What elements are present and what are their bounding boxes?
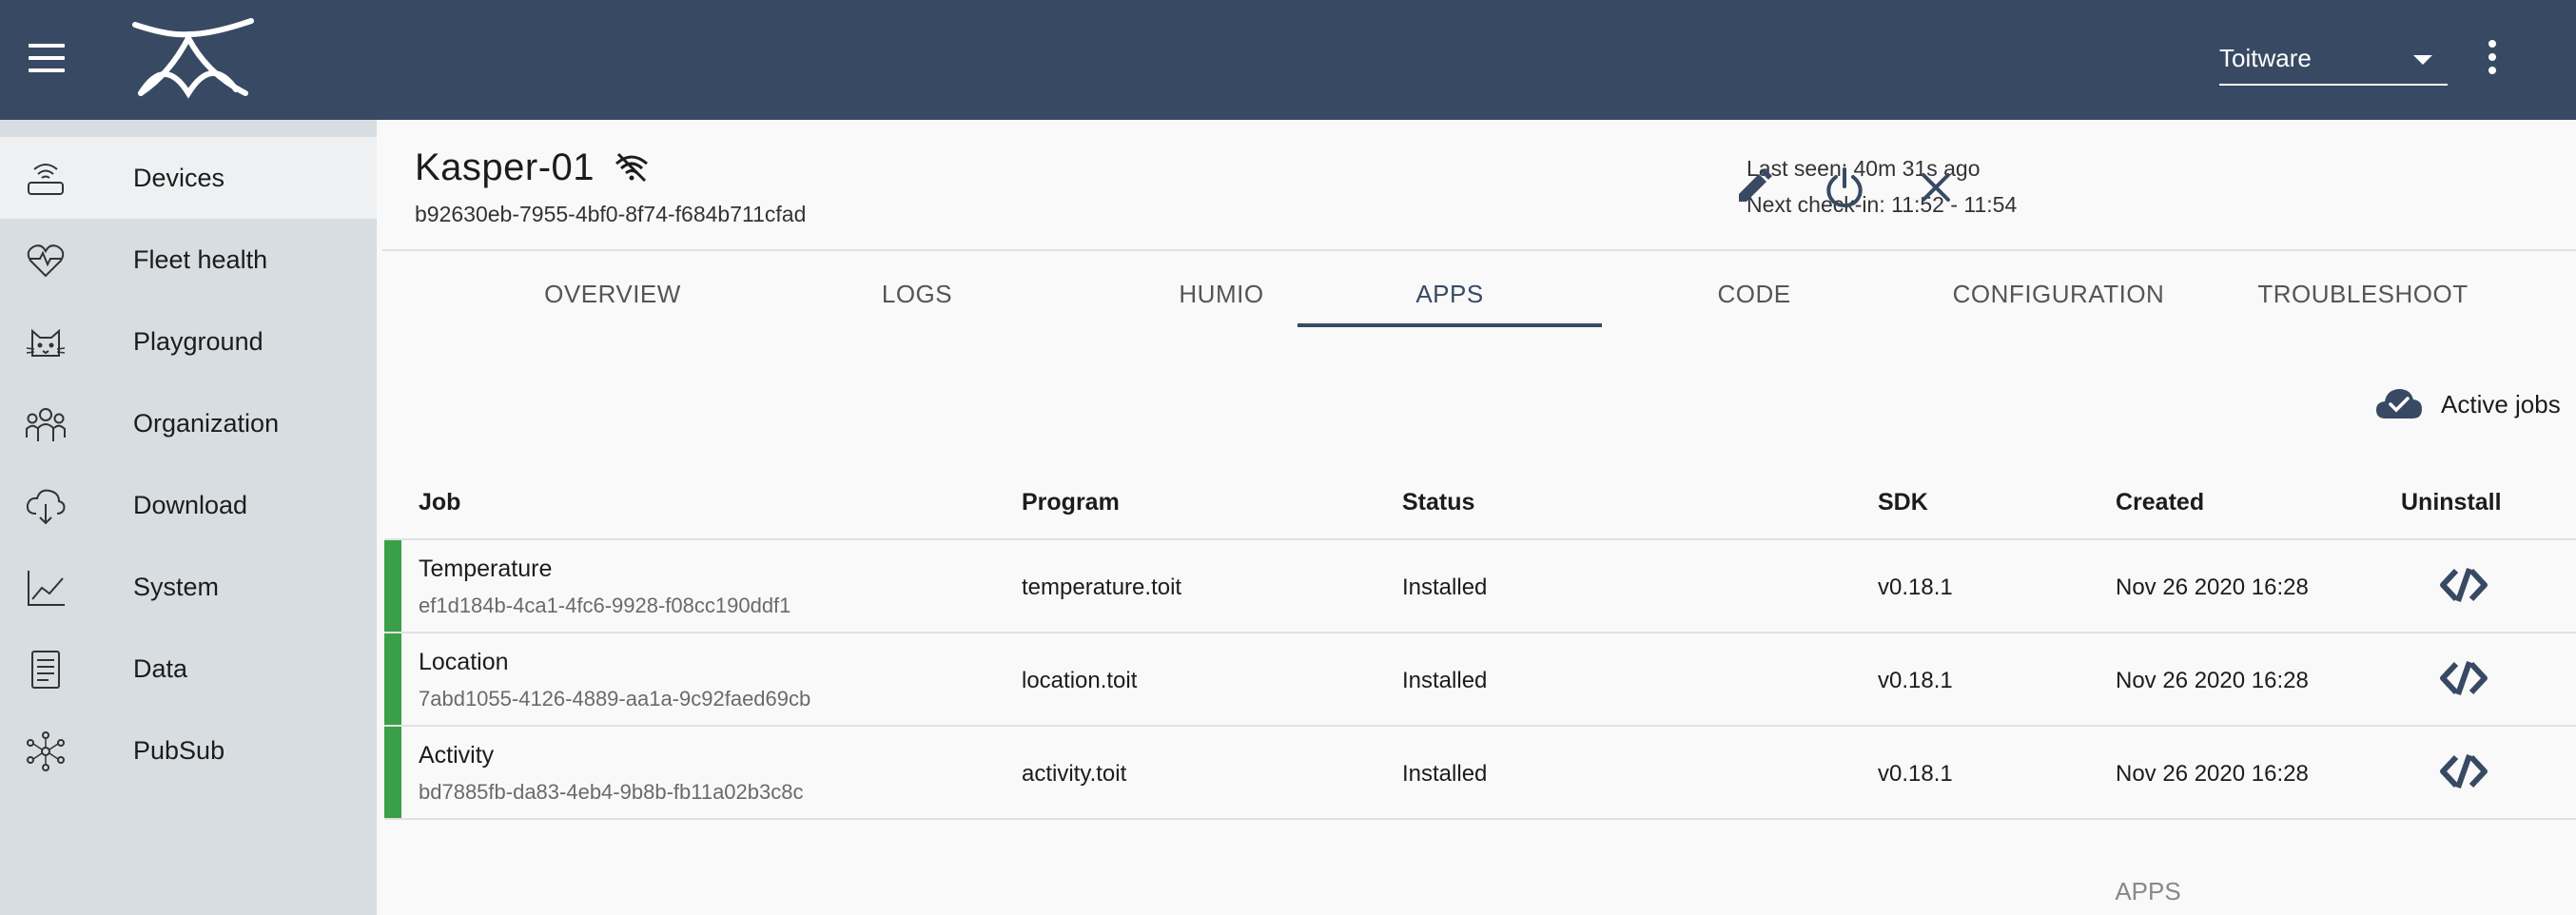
sidebar-item-system[interactable]: System [0,546,377,628]
people-icon [26,408,66,441]
document-icon [31,651,60,689]
sidebar-item-playground[interactable]: Playground [0,301,377,382]
status-indicator [384,633,401,725]
network-icon [27,731,65,771]
job-name: Temperature [419,555,553,582]
job-program: activity.toit [1022,761,1127,787]
tab-logs[interactable]: LOGS [765,268,1069,327]
organization-select-value: Toitware [2219,44,2312,72]
sidebar-item-fleet-health[interactable]: Fleet health [0,219,377,301]
uninstall-icon[interactable] [2439,565,2488,605]
device-detail-panel: Kasper-01 b92630eb-7955-4bf0-8f74-f684b7… [377,120,2576,915]
device-id: b92630eb-7955-4bf0-8f74-f684b711cfad [415,202,807,226]
job-sdk: v0.18.1 [1878,761,1953,787]
toit-logo[interactable] [131,17,255,103]
job-created: Nov 26 2020 16:28 [2116,668,2309,693]
organization-select[interactable]: Toitware [2219,38,2448,86]
job-program: location.toit [1022,668,1138,693]
sidebar: Devices Fleet health Playground Organiza… [0,120,377,915]
line-chart-icon [28,571,65,606]
sidebar-item-download[interactable]: Download [0,464,377,546]
column-header-program: Program [1022,489,1120,516]
heart-pulse-icon [27,244,65,278]
job-id: 7abd1055-4126-4889-aa1a-9c92faed69cb [419,687,811,711]
sidebar-item-pubsub[interactable]: PubSub [0,710,377,791]
column-header-job: Job [419,489,461,516]
sidebar-item-label: Fleet health [133,245,268,274]
chevron-down-icon [2413,55,2432,65]
sidebar-item-label: Devices [133,164,225,192]
cloud-download-icon [26,489,66,525]
tab-apps[interactable]: APPS [1298,268,1602,327]
table-row[interactable]: Activity bd7885fb-da83-4eb4-9b8b-fb11a02… [384,727,2576,818]
status-indicator [384,727,401,818]
sidebar-item-label: Download [133,491,248,519]
job-sdk: v0.18.1 [1878,574,1953,600]
sidebar-item-data[interactable]: Data [0,628,377,710]
sidebar-item-label: PubSub [133,736,225,765]
job-created: Nov 26 2020 16:28 [2116,574,2309,600]
job-status: Installed [1402,574,1488,600]
sidebar-item-label: Playground [133,327,263,356]
device-name: Kasper-01 [415,146,595,188]
job-id: bd7885fb-da83-4eb4-9b8b-fb11a02b3c8c [419,780,804,804]
next-checkin-text: Next check-in: 11:52 - 11:54 [1747,192,2018,217]
tab-troubleshoot[interactable]: TROUBLESHOOT [2211,268,2515,327]
top-app-bar: Toitware [0,0,2576,120]
job-name: Activity [419,742,495,769]
close-icon[interactable] [1912,164,1960,211]
header-divider [382,249,2576,251]
sidebar-item-devices[interactable]: Devices [0,137,377,219]
table-divider [384,818,2576,820]
menu-icon[interactable] [29,44,67,74]
column-header-status: Status [1402,489,1475,516]
sidebar-item-label: Organization [133,409,280,438]
tab-configuration[interactable]: CONFIGURATION [1906,268,2211,327]
devices-icon [28,164,64,195]
table-row[interactable]: Temperature ef1d184b-4ca1-4fc6-9928-f08c… [384,540,2576,632]
power-icon[interactable] [1821,164,1868,211]
column-header-uninstall: Uninstall [2401,489,2502,516]
more-vert-icon[interactable] [2481,40,2504,78]
edit-icon[interactable] [1729,164,1777,211]
cloud-check-icon [2376,389,2422,419]
job-name: Location [419,649,509,675]
uninstall-icon[interactable] [2439,658,2488,698]
active-jobs-label: Active jobs [2441,390,2561,419]
job-program: temperature.toit [1022,574,1182,600]
table-row[interactable]: Location 7abd1055-4126-4889-aa1a-9c92fae… [384,633,2576,725]
column-header-created: Created [2116,489,2205,516]
sidebar-item-organization[interactable]: Organization [0,382,377,464]
status-indicator [384,540,401,632]
job-sdk: v0.18.1 [1878,668,1953,693]
wifi-off-icon [615,152,648,183]
job-status: Installed [1402,668,1488,693]
uninstall-icon[interactable] [2439,751,2488,791]
job-id: ef1d184b-4ca1-4fc6-9928-f08cc190ddf1 [419,594,791,617]
job-created: Nov 26 2020 16:28 [2116,761,2309,787]
job-status: Installed [1402,761,1488,787]
column-header-sdk: SDK [1878,489,1928,516]
sidebar-item-label: Data [133,654,188,683]
tab-code[interactable]: CODE [1602,268,1906,327]
bottom-tab-apps[interactable]: APPS [2072,852,2224,915]
tab-overview[interactable]: OVERVIEW [460,268,765,327]
cat-icon [26,328,66,357]
sidebar-item-label: System [133,573,220,601]
